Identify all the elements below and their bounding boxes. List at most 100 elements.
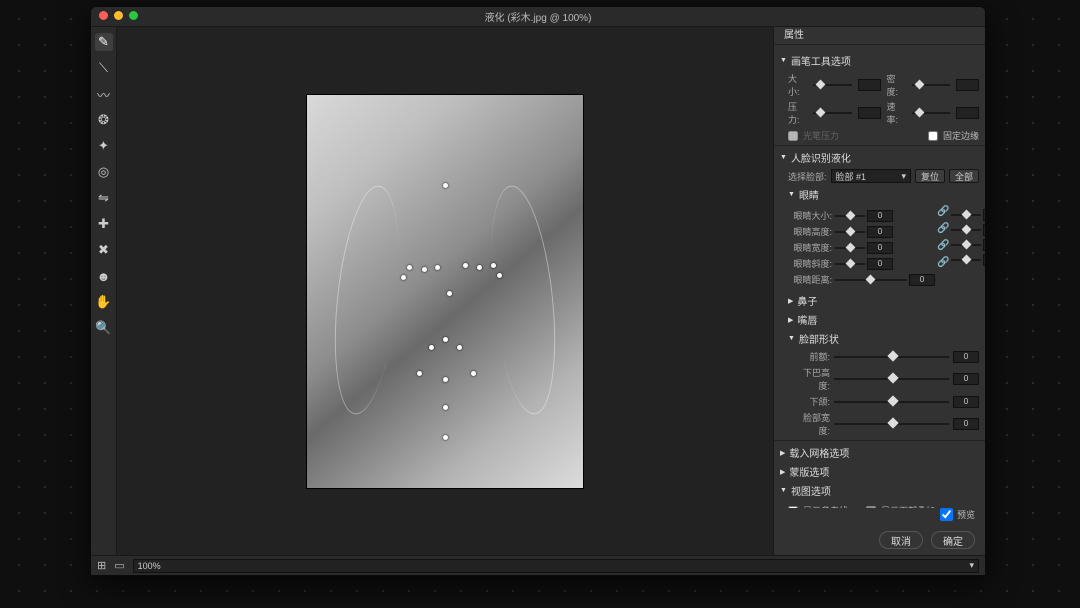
tool-reconstruct[interactable]: ⟍ bbox=[95, 59, 113, 77]
cancel-button[interactable]: 取消 bbox=[879, 531, 923, 549]
chin-height-value[interactable]: 0 bbox=[953, 373, 979, 385]
chin-height-label: 下巴高度: bbox=[792, 366, 830, 392]
brush-pressure-label: 压力: bbox=[788, 100, 807, 126]
eye-size-left-value[interactable]: 0 bbox=[867, 210, 893, 222]
eye-distance-slider[interactable] bbox=[835, 275, 907, 285]
liquify-dialog: 液化 (彩木.jpg @ 100%) ✎ ⟍ 〰 ❂ ✦ ◎ ⇋ ✚ ✖ ☻ ✋… bbox=[90, 6, 986, 576]
status-bar: ⊞ ▭ 100%▾ bbox=[91, 555, 985, 575]
jaw-label: 下颌: bbox=[792, 395, 830, 408]
ok-button[interactable]: 确定 bbox=[931, 531, 975, 549]
pin-edges-checkbox[interactable] bbox=[928, 131, 938, 141]
properties-panel: 属性 ▼画笔工具选项 大小: 密度: 压力: 速率: bbox=[773, 27, 985, 555]
pin-edges-label: 固定边缘 bbox=[943, 129, 979, 142]
tool-hand[interactable]: ✋ bbox=[95, 293, 113, 311]
window-traffic-lights[interactable] bbox=[99, 11, 138, 20]
face-width-label: 脸部宽度: bbox=[792, 411, 830, 437]
eye-tilt-left-slider[interactable] bbox=[835, 259, 865, 269]
section-face-aware-liquify[interactable]: ▼人脸识别液化 bbox=[780, 150, 979, 165]
eye-size-right-value[interactable]: 0 bbox=[983, 209, 985, 221]
link-icon[interactable]: 🔗 bbox=[937, 206, 949, 217]
eye-height-left-value[interactable]: 0 bbox=[867, 226, 893, 238]
tool-push-left[interactable]: ⇋ bbox=[95, 189, 113, 207]
forehead-value[interactable]: 0 bbox=[953, 351, 979, 363]
reset-face-button[interactable]: 复位 bbox=[915, 169, 945, 183]
minimize-icon[interactable] bbox=[114, 11, 123, 20]
zoom-icon[interactable] bbox=[129, 11, 138, 20]
eye-tilt-right-value[interactable]: 0 bbox=[983, 254, 985, 266]
tool-twirl[interactable]: ❂ bbox=[95, 111, 113, 129]
doc-icon[interactable]: ▭ bbox=[114, 559, 124, 572]
face-width-value[interactable]: 0 bbox=[953, 418, 979, 430]
eye-tilt-right-slider[interactable] bbox=[951, 255, 981, 265]
eye-height-left-slider[interactable] bbox=[835, 227, 865, 237]
eye-width-right-value[interactable]: 0 bbox=[983, 239, 985, 251]
tool-bloat[interactable]: ◎ bbox=[95, 163, 113, 181]
section-mask-options[interactable]: ▶蒙版选项 bbox=[780, 464, 979, 479]
stylus-pressure-label: 光笔压力 bbox=[803, 129, 839, 142]
eye-height-right-slider[interactable] bbox=[951, 225, 981, 235]
chevron-down-icon: ▾ bbox=[901, 171, 906, 182]
stylus-pressure-checkbox bbox=[788, 131, 798, 141]
window-title: 液化 (彩木.jpg @ 100%) bbox=[485, 9, 592, 24]
grid-icon[interactable]: ⊞ bbox=[97, 559, 106, 572]
select-face-label: 选择脸部: bbox=[788, 170, 827, 183]
brush-pressure-slider[interactable] bbox=[813, 108, 851, 118]
titlebar: 液化 (彩木.jpg @ 100%) bbox=[91, 7, 985, 27]
close-icon[interactable] bbox=[99, 11, 108, 20]
chin-height-slider[interactable] bbox=[834, 374, 949, 384]
eye-height-label: 眼睛高度: bbox=[792, 225, 832, 238]
brush-rate-slider[interactable] bbox=[912, 108, 950, 118]
eye-size-right-slider[interactable] bbox=[951, 210, 981, 220]
section-brush-tool-options[interactable]: ▼画笔工具选项 bbox=[780, 53, 979, 68]
brush-density-slider[interactable] bbox=[912, 80, 950, 90]
section-nose[interactable]: ▶鼻子 bbox=[788, 293, 979, 308]
preview-label: 预览 bbox=[957, 508, 975, 521]
preview-checkbox[interactable] bbox=[940, 508, 953, 521]
section-view-options[interactable]: ▼视图选项 bbox=[780, 483, 979, 498]
tool-zoom[interactable]: 🔍 bbox=[95, 319, 113, 337]
tool-freeze-mask[interactable]: ✚ bbox=[95, 215, 113, 233]
brush-rate-value[interactable] bbox=[956, 107, 979, 119]
forehead-label: 前额: bbox=[792, 350, 830, 363]
tool-smooth[interactable]: 〰 bbox=[95, 85, 113, 103]
link-icon[interactable]: 🔗 bbox=[937, 240, 949, 251]
brush-pressure-value[interactable] bbox=[858, 107, 881, 119]
brush-density-label: 密度: bbox=[887, 72, 906, 98]
eye-distance-value[interactable]: 0 bbox=[909, 274, 935, 286]
section-mouth[interactable]: ▶嘴唇 bbox=[788, 312, 979, 327]
tool-pucker[interactable]: ✦ bbox=[95, 137, 113, 155]
eye-size-label: 眼睛大小: bbox=[792, 209, 832, 222]
brush-size-label: 大小: bbox=[788, 72, 807, 98]
tool-strip: ✎ ⟍ 〰 ❂ ✦ ◎ ⇋ ✚ ✖ ☻ ✋ 🔍 bbox=[91, 27, 117, 555]
link-icon[interactable]: 🔗 bbox=[937, 223, 949, 234]
forehead-slider[interactable] bbox=[834, 352, 949, 362]
eye-width-left-value[interactable]: 0 bbox=[867, 242, 893, 254]
zoom-select[interactable]: 100%▾ bbox=[133, 559, 979, 573]
canvas-area[interactable] bbox=[117, 27, 773, 555]
brush-size-value[interactable] bbox=[858, 79, 881, 91]
eye-width-left-slider[interactable] bbox=[835, 243, 865, 253]
section-eyes[interactable]: ▼眼睛 bbox=[788, 187, 979, 202]
panel-title: 属性 bbox=[774, 27, 985, 45]
section-face-shape[interactable]: ▼脸部形状 bbox=[788, 331, 979, 346]
all-faces-button[interactable]: 全部 bbox=[949, 169, 979, 183]
brush-size-slider[interactable] bbox=[813, 80, 851, 90]
eye-tilt-left-value[interactable]: 0 bbox=[867, 258, 893, 270]
eye-distance-label: 眼睛距离: bbox=[792, 273, 832, 286]
eye-tilt-label: 眼睛斜度: bbox=[792, 257, 832, 270]
document-image[interactable] bbox=[306, 94, 584, 489]
select-face-dropdown[interactable]: 脸部 #1▾ bbox=[831, 169, 911, 183]
tool-face[interactable]: ☻ bbox=[95, 267, 113, 285]
face-width-slider[interactable] bbox=[834, 419, 949, 429]
jaw-slider[interactable] bbox=[834, 397, 949, 407]
eye-height-right-value[interactable]: 0 bbox=[983, 224, 985, 236]
jaw-value[interactable]: 0 bbox=[953, 396, 979, 408]
brush-density-value[interactable] bbox=[956, 79, 979, 91]
section-load-mesh[interactable]: ▶载入网格选项 bbox=[780, 445, 979, 460]
eye-size-left-slider[interactable] bbox=[835, 211, 865, 221]
tool-forward-warp[interactable]: ✎ bbox=[95, 33, 113, 51]
brush-rate-label: 速率: bbox=[887, 100, 906, 126]
link-icon[interactable]: 🔗 bbox=[937, 257, 949, 268]
eye-width-right-slider[interactable] bbox=[951, 240, 981, 250]
tool-thaw-mask[interactable]: ✖ bbox=[95, 241, 113, 259]
